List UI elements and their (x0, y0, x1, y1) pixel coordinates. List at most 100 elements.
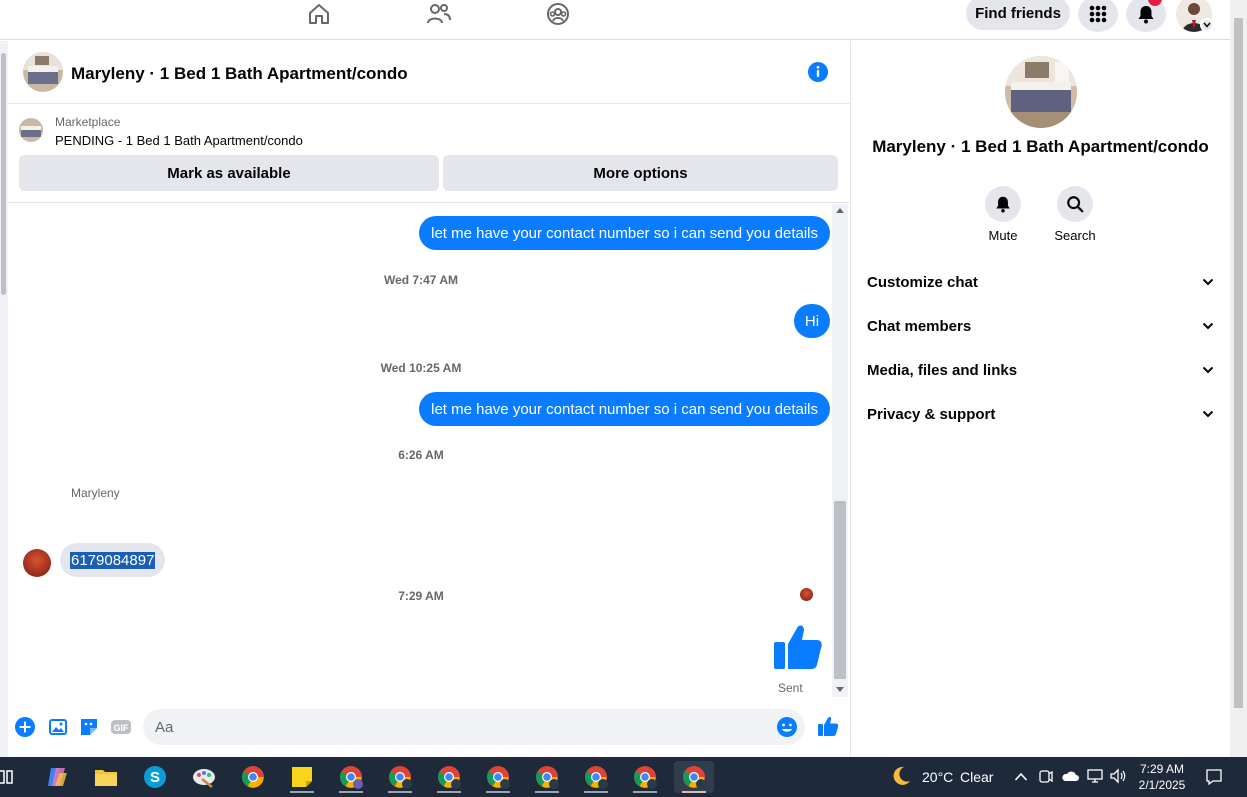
message-timestamp: Wed 7:47 AM (383, 273, 458, 287)
info-icon[interactable] (807, 61, 829, 83)
find-friends-button[interactable]: Find friends (966, 0, 1070, 30)
conversation-info-panel: Maryleny · 1 Bed 1 Bath Apartment/condo … (851, 41, 1230, 757)
chat-scrollbar[interactable] (832, 204, 848, 697)
chat-panel: Maryleny · 1 Bed 1 Bath Apartment/condo … (8, 41, 851, 757)
notification-center-icon[interactable] (1205, 768, 1223, 791)
network-icon[interactable] (1086, 768, 1104, 789)
copilot-icon[interactable] (37, 761, 77, 793)
chat-avatar[interactable] (23, 52, 63, 92)
paint-icon[interactable] (184, 761, 224, 793)
marketplace-label: Marketplace (55, 115, 121, 129)
chrome-profile-icon[interactable] (478, 761, 518, 793)
app-root: Find friends Maryleny · 1 Bed 1 Bath Apa… (0, 0, 1247, 797)
skype-icon[interactable]: S (135, 761, 175, 793)
page-scrollbar-left (0, 41, 8, 757)
search-icon (1067, 196, 1084, 213)
chrome-profile-icon[interactable] (625, 761, 665, 793)
emoji-icon[interactable] (776, 716, 798, 743)
send-like-icon[interactable] (817, 715, 839, 737)
media-files-links-section[interactable]: Media, files and links (867, 348, 1214, 392)
mark-as-available-button[interactable]: Mark as available (19, 155, 439, 191)
section-label: Media, files and links (867, 361, 1018, 379)
sender-name: Maryleny (71, 486, 120, 500)
thumbs-up-icon[interactable] (772, 620, 824, 672)
window-scrollbar-thumb[interactable] (1234, 18, 1243, 708)
outgoing-message[interactable]: let me have your contact number so i can… (419, 216, 830, 250)
photo-icon[interactable] (47, 716, 69, 738)
sticker-icon[interactable] (78, 716, 100, 738)
section-label: Chat members (867, 317, 972, 335)
window-scrollbar[interactable] (1230, 0, 1247, 757)
message-composer: GIF (8, 703, 851, 753)
listing-thumbnail[interactable] (19, 118, 43, 142)
chat-header: Maryleny · 1 Bed 1 Bath Apartment/condo (8, 41, 851, 104)
incoming-message[interactable]: 6179084897 (60, 543, 166, 577)
section-label: Privacy & support (867, 405, 996, 423)
chrome-profile-icon[interactable] (380, 761, 420, 793)
outgoing-message[interactable]: Hi (794, 304, 830, 338)
chevron-down-icon (1202, 278, 1214, 286)
windows-taskbar: S 20°C Clear 7:29 AM 2/1/2025 (0, 757, 1247, 797)
listing-status: PENDING - 1 Bed 1 Bath Apartment/condo (55, 133, 303, 148)
system-clock[interactable]: 7:29 AM 2/1/2025 (1130, 761, 1194, 793)
selected-phone-number[interactable]: 6179084897 (70, 551, 156, 569)
volume-icon[interactable] (1109, 768, 1127, 789)
menu-grid-button[interactable] (1078, 0, 1118, 32)
file-explorer-icon[interactable] (86, 761, 126, 793)
chevron-down-icon (1202, 366, 1214, 374)
chrome-profile-icon[interactable] (527, 761, 567, 793)
top-navigation: Find friends (0, 0, 1230, 40)
sticky-notes-icon[interactable] (282, 761, 322, 793)
bell-icon (996, 196, 1010, 213)
chrome-icon[interactable] (233, 761, 273, 793)
privacy-support-section[interactable]: Privacy & support (867, 392, 1214, 436)
message-timestamp: 6:26 AM (398, 448, 444, 462)
groups-icon[interactable] (538, 0, 578, 28)
search-label: Search (1054, 228, 1096, 243)
marketplace-listing-banner: Marketplace PENDING - 1 Bed 1 Bath Apart… (8, 105, 851, 203)
more-options-button[interactable]: More options (443, 155, 838, 191)
chat-members-section[interactable]: Chat members (867, 304, 1214, 348)
sent-status: Sent (778, 681, 803, 695)
message-list: let me have your contact number so i can… (8, 204, 834, 697)
conversation-avatar[interactable] (1005, 56, 1077, 128)
task-view-icon[interactable] (0, 761, 26, 793)
chrome-profile-icon-active[interactable] (674, 761, 714, 793)
chat-title[interactable]: Maryleny · 1 Bed 1 Bath Apartment/condo (71, 64, 408, 84)
message-timestamp: Wed 10:25 AM (380, 361, 462, 375)
mute-label: Mute (988, 228, 1018, 243)
search-button[interactable]: Search (1045, 186, 1105, 243)
meet-now-icon[interactable] (1038, 768, 1054, 789)
chrome-profile-icon[interactable] (576, 761, 616, 793)
svg-text:S: S (150, 769, 160, 786)
message-timestamp: 7:29 AM (398, 589, 444, 603)
onedrive-icon[interactable] (1061, 769, 1079, 787)
message-input[interactable] (143, 709, 743, 745)
clock-date: 2/1/2025 (1138, 778, 1186, 792)
mute-button[interactable]: Mute (973, 186, 1033, 243)
chrome-profile-icon[interactable] (429, 761, 469, 793)
moon-weather-icon[interactable] (890, 765, 912, 792)
chat-scrollbar-thumb[interactable] (834, 501, 846, 679)
weather-description[interactable]: Clear (960, 769, 993, 785)
account-chevron-icon[interactable] (1200, 18, 1214, 32)
chevron-up-icon[interactable] (1014, 769, 1028, 787)
chrome-profile-icon[interactable] (331, 761, 371, 793)
svg-text:GIF: GIF (114, 723, 130, 733)
chevron-down-icon (1202, 322, 1214, 330)
chevron-down-icon (1202, 410, 1214, 418)
clock-time: 7:29 AM (1139, 762, 1185, 776)
section-label: Customize chat (867, 273, 978, 291)
outgoing-message[interactable]: let me have your contact number so i can… (419, 392, 830, 426)
message-input-box (143, 709, 805, 745)
gif-icon[interactable]: GIF (110, 716, 132, 738)
home-icon[interactable] (299, 0, 339, 28)
sender-avatar[interactable] (23, 549, 51, 577)
weather-temperature[interactable]: 20°C (922, 769, 953, 785)
conversation-name: Maryleny · 1 Bed 1 Bath Apartment/condo (872, 137, 1209, 156)
notifications-button[interactable] (1126, 0, 1166, 32)
customize-chat-section[interactable]: Customize chat (867, 260, 1214, 304)
menu-grid-icon (1089, 5, 1107, 23)
plus-icon[interactable] (14, 716, 36, 738)
friends-icon[interactable] (419, 0, 459, 28)
